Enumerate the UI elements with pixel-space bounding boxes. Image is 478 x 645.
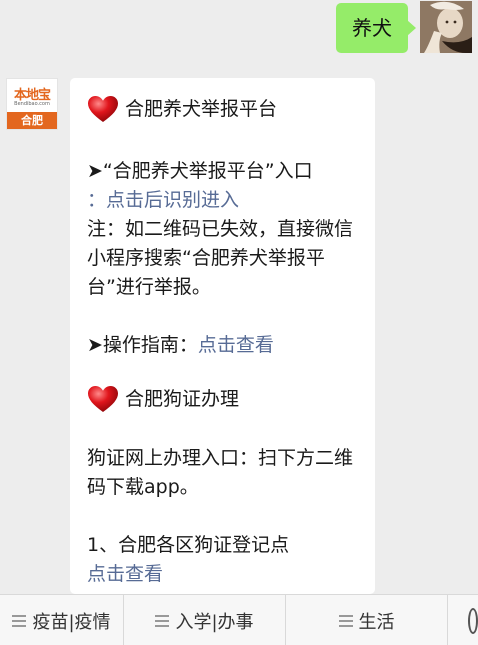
menu-item-vaccine[interactable]: 疫苗|疫情 <box>0 595 124 645</box>
section-title-license-text: 合肥狗证办理 <box>125 387 240 410</box>
entry-prefix: ➤“合肥养犬举报平台”入口 <box>87 160 313 182</box>
bendibao-avatar[interactable]: 本地宝 Bendibao.com 合肥 <box>6 78 58 130</box>
chat-window: 养犬 本地宝 Bendibao.com 合肥 合肥养犬举报平台 ➤“合肥养犬举报… <box>0 0 478 645</box>
menu-lines-icon <box>12 614 27 627</box>
entry-line: ➤“合肥养犬举报平台”入口 ：点击后识别进入 <box>87 157 361 215</box>
section-title-report: 合肥养犬举报平台 <box>87 90 361 128</box>
menu-lines-icon <box>155 614 170 627</box>
logo-city: 合肥 <box>7 112 57 129</box>
note-text: 注：如二维码已失效，直接微信小程序搜索“合肥养犬举报平台”进行举报。 <box>87 218 354 298</box>
online-entry-text: 狗证网上办理入口：扫下方二维码下载app。 <box>87 447 354 498</box>
menu-lines-icon <box>338 614 353 627</box>
heart-icon <box>88 386 118 412</box>
menu-item-label: 入学|办事 <box>175 611 254 633</box>
section-title-report-text: 合肥养犬举报平台 <box>125 97 278 120</box>
guide-link[interactable]: 点击查看 <box>198 334 274 356</box>
list-item-1-link[interactable]: 点击查看 <box>87 560 361 589</box>
logo-url: Bendibao.com <box>14 101 50 107</box>
user-avatar[interactable] <box>420 1 472 53</box>
heart-icon <box>88 96 118 122</box>
entry-link[interactable]: ：点击后识别进入 <box>87 189 239 211</box>
menu-item-school[interactable]: 入学|办事 <box>124 595 286 645</box>
menu-item-label: 生活 <box>358 611 395 633</box>
menu-item-label: 疫苗|疫情 <box>32 611 111 633</box>
keyboard-toggle[interactable] <box>448 595 478 645</box>
guide-prefix: ➤操作指南： <box>87 334 198 356</box>
incoming-message-card: 合肥养犬举报平台 ➤“合肥养犬举报平台”入口 ：点击后识别进入 注：如二维码已失… <box>70 78 375 594</box>
list-item-1: 1、合肥各区狗证登记点 <box>87 534 290 556</box>
section-title-license: 合肥狗证办理 <box>87 380 361 418</box>
bottom-menu-bar: 疫苗|疫情 入学|办事 生活 <box>0 594 478 645</box>
guide-line: ➤操作指南：点击查看 <box>87 331 361 360</box>
outgoing-message-bubble[interactable]: 养犬 <box>336 3 416 53</box>
menu-item-life[interactable]: 生活 <box>286 595 448 645</box>
outgoing-message-text: 养犬 <box>352 16 392 40</box>
keyboard-icon <box>468 607 478 634</box>
